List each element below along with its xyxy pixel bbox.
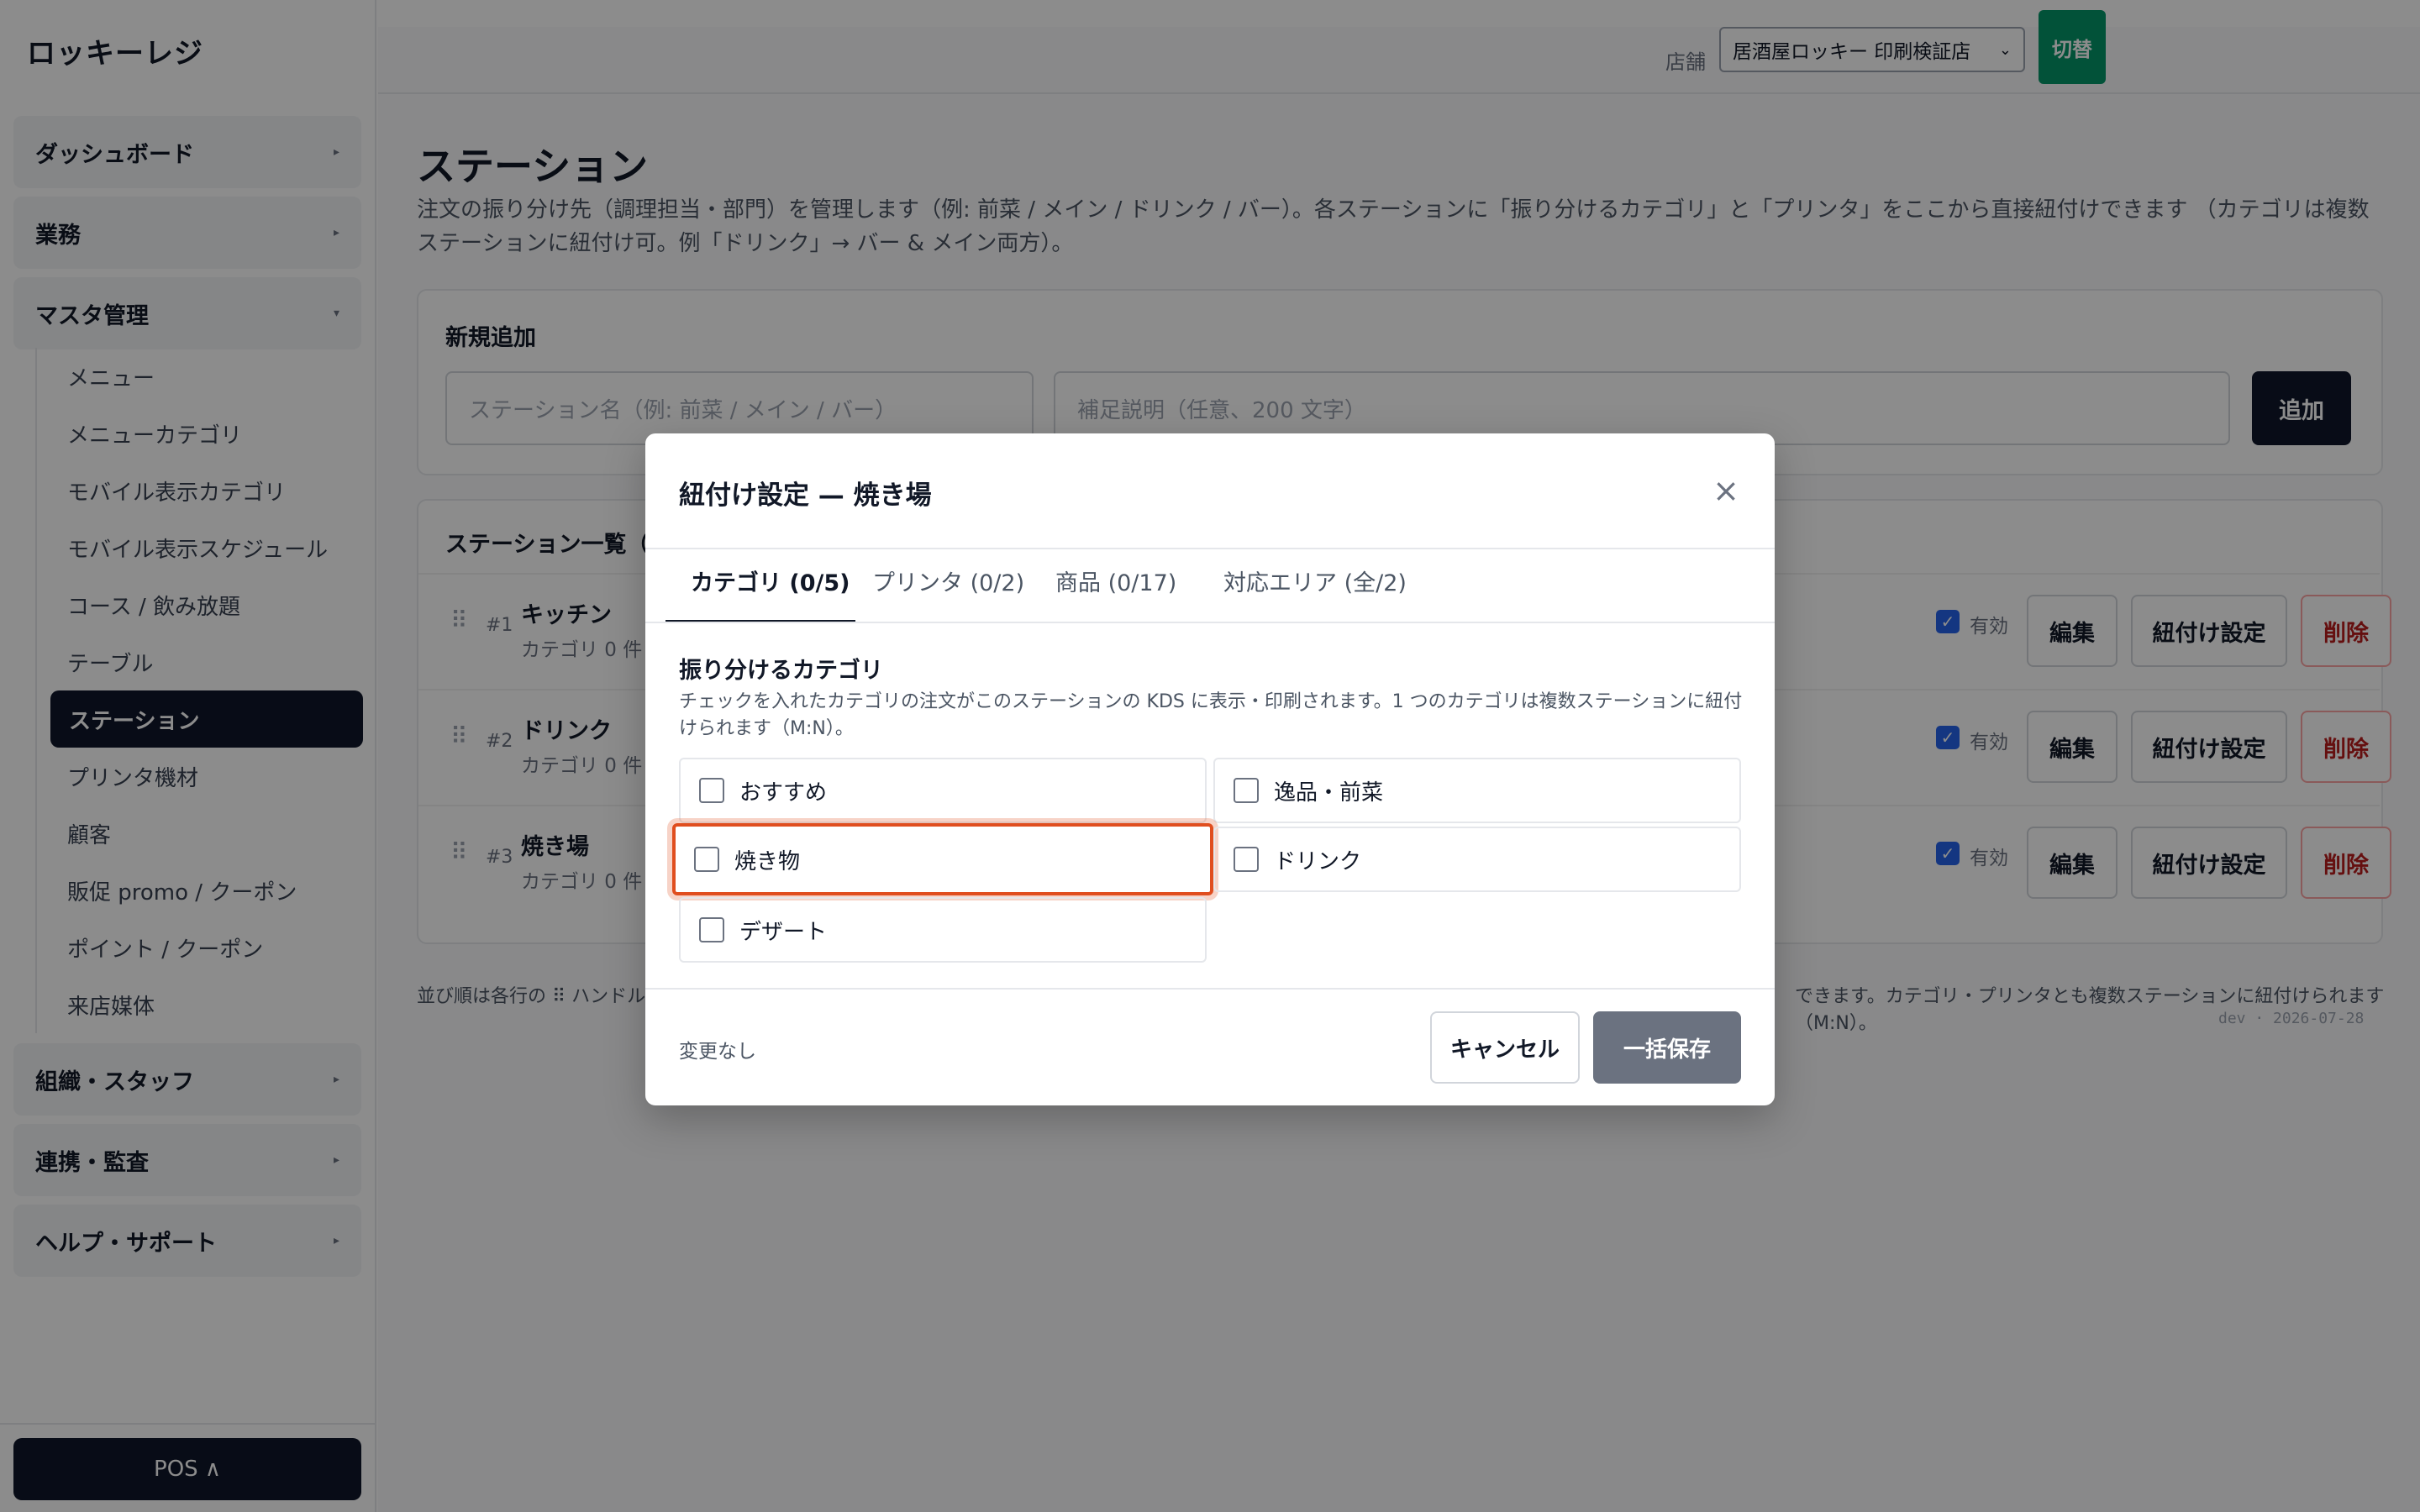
tab-printer[interactable]: プリンタ (0/2) [872, 564, 1024, 597]
category-option-focused[interactable]: 焼き物 [672, 823, 1213, 895]
category-option[interactable]: デザート [679, 897, 1207, 963]
tab-area[interactable]: 対応エリア (全/2) [1223, 564, 1407, 597]
link-settings-modal: 紐付け設定 — 焼き場 × カテゴリ (0/5) プリンタ (0/2) 商品 (… [645, 433, 1775, 1105]
category-option[interactable]: ドリンク [1213, 827, 1741, 892]
tabs-divider [645, 622, 1775, 623]
modal-title: 紐付け設定 — 焼き場 [679, 480, 932, 511]
category-option-label: おすすめ [739, 780, 828, 806]
close-icon[interactable]: × [1706, 470, 1746, 511]
checkbox[interactable] [1234, 847, 1259, 872]
footer-divider [645, 988, 1775, 990]
checkbox[interactable] [699, 778, 724, 803]
bulk-save-button[interactable]: 一括保存 [1593, 1011, 1741, 1084]
change-status: 変更なし [679, 1041, 756, 1063]
section-help: チェックを入れたカテゴリの注文がこのステーションの KDS に表示・印刷されます… [679, 691, 1743, 739]
checkbox[interactable] [699, 917, 724, 942]
category-option-label: ドリンク [1274, 848, 1362, 874]
tab-product[interactable]: 商品 (0/17) [1055, 564, 1176, 597]
checkbox[interactable] [694, 847, 719, 872]
tab-category[interactable]: カテゴリ (0/5) [691, 564, 850, 597]
section-title: 振り分けるカテゴリ [679, 658, 883, 684]
category-option-label: 逸品・前菜 [1274, 780, 1384, 806]
category-option[interactable]: おすすめ [679, 758, 1207, 823]
category-option-label: 焼き物 [734, 848, 801, 874]
cancel-button[interactable]: キャンセル [1430, 1011, 1580, 1084]
checkbox[interactable] [1234, 778, 1259, 803]
category-option[interactable]: 逸品・前菜 [1213, 758, 1741, 823]
modal-divider [645, 548, 1775, 549]
category-option-label: デザート [739, 919, 828, 945]
